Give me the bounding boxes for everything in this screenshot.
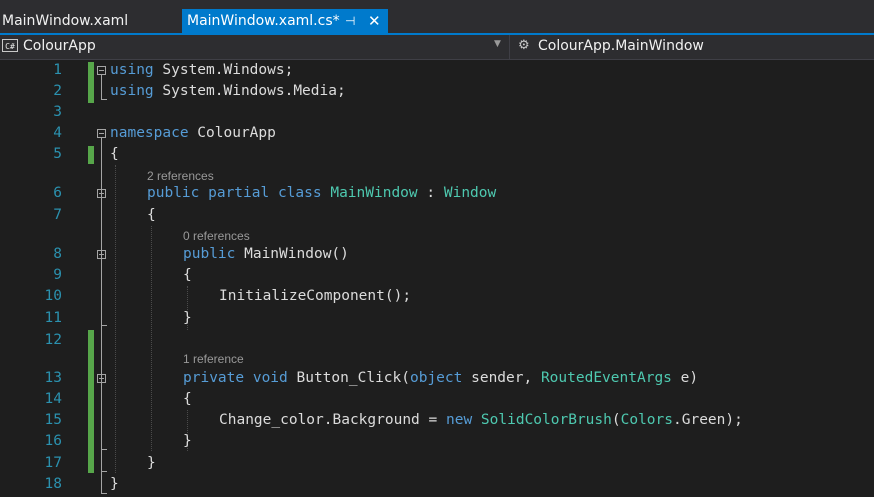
code-line: Change_color.Background = new SolidColor… (219, 412, 743, 428)
collapse-icon[interactable] (97, 250, 106, 259)
code-line: public partial class MainWindow : Window (147, 185, 497, 201)
line-number: 1 (53, 62, 62, 78)
code-line: } (183, 310, 192, 326)
line-number: 9 (53, 267, 62, 283)
collapse-icon[interactable] (97, 66, 106, 75)
code-line: { (183, 267, 192, 283)
chevron-down-icon[interactable]: ▼ (494, 39, 501, 49)
codelens-references[interactable]: 1 reference (183, 351, 244, 367)
outline-end (101, 325, 107, 326)
line-number: 16 (44, 433, 62, 449)
close-icon[interactable]: ✕ (368, 9, 381, 33)
line-number: 15 (44, 412, 62, 428)
code-line: using System.Windows.Media; (110, 83, 346, 99)
tab-label: MainWindow.xaml.cs* (187, 13, 340, 29)
tab-mainwindow-xaml[interactable]: MainWindow.xaml (0, 9, 180, 33)
line-number: 17 (44, 455, 62, 471)
collapse-icon[interactable] (97, 129, 106, 138)
code-line: } (147, 455, 156, 471)
line-number: 2 (53, 83, 62, 99)
change-marker (88, 62, 94, 103)
line-number: 3 (53, 104, 62, 120)
line-number: 7 (53, 207, 62, 223)
change-marker (88, 146, 94, 164)
line-number: 13 (44, 370, 62, 386)
collapse-icon[interactable] (97, 189, 106, 198)
code-line: private void Button_Click(object sender,… (183, 370, 699, 386)
line-number: 14 (44, 391, 62, 407)
document-tab-bar: MainWindow.xaml MainWindow.xaml.cs* ⊣ ✕ (0, 0, 874, 33)
line-number: 12 (44, 332, 62, 348)
tab-label: MainWindow.xaml (2, 13, 129, 29)
code-line: } (183, 433, 192, 449)
code-editor[interactable]: 1 2 3 4 5 6 7 8 9 10 11 12 13 14 15 16 1… (0, 60, 874, 497)
code-line: InitializeComponent(); (219, 288, 412, 304)
code-line: { (110, 146, 119, 162)
outline-end (101, 99, 107, 100)
project-name: ColourApp (23, 38, 96, 54)
line-number: 18 (44, 476, 62, 492)
outline-end (101, 449, 107, 450)
line-number: 6 (53, 185, 62, 201)
tab-mainwindow-xaml-cs[interactable]: MainWindow.xaml.cs* ⊣ ✕ (182, 9, 388, 33)
collapse-icon[interactable] (97, 374, 106, 383)
line-number: 11 (44, 310, 62, 326)
class-icon: ⚙ (518, 38, 530, 53)
line-number: 10 (44, 288, 62, 304)
line-number: 8 (53, 246, 62, 262)
code-line: using System.Windows; (110, 62, 294, 78)
csharp-project-icon: C# (2, 39, 18, 52)
outline-line (101, 75, 102, 99)
code-line: } (110, 476, 119, 492)
navigation-bar: C# ColourApp ▼ ⚙ ColourApp.MainWindow (0, 35, 874, 60)
line-number: 5 (53, 146, 62, 162)
outline-end (101, 493, 107, 494)
change-marker (88, 330, 94, 473)
code-line: namespace ColourApp (110, 125, 276, 141)
pin-icon[interactable]: ⊣ (345, 9, 355, 33)
class-scope-dropdown[interactable]: ColourApp.MainWindow (538, 38, 704, 54)
code-line: { (147, 207, 156, 223)
codelens-references[interactable]: 0 references (183, 228, 250, 244)
line-number: 4 (53, 125, 62, 141)
indent-guide (151, 226, 152, 451)
project-dropdown[interactable]: C# ColourApp ▼ (0, 35, 510, 59)
code-line: { (183, 391, 192, 407)
indent-guide (115, 165, 116, 473)
outline-end (101, 471, 107, 472)
code-line: public MainWindow() (183, 246, 349, 262)
codelens-references[interactable]: 2 references (147, 168, 214, 184)
